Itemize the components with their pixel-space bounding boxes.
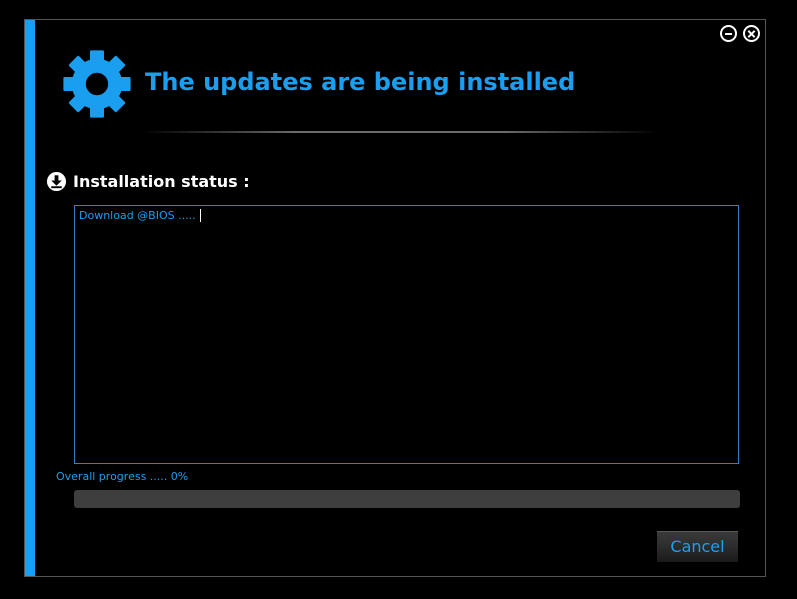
status-header: Installation status : bbox=[46, 171, 250, 192]
minimize-circle-icon[interactable] bbox=[720, 25, 737, 42]
gear-icon bbox=[63, 50, 131, 118]
close-circle-icon[interactable] bbox=[743, 25, 760, 42]
log-line-text: Download @BIOS ..... bbox=[79, 209, 196, 222]
page-title: The updates are being installed bbox=[145, 68, 576, 96]
window-controls bbox=[720, 25, 760, 42]
text-caret bbox=[199, 209, 201, 222]
progress-bar bbox=[74, 490, 740, 508]
status-label: Installation status : bbox=[73, 172, 250, 191]
progress-label: Overall progress ..... 0% bbox=[56, 470, 189, 483]
accent-bar bbox=[25, 20, 35, 576]
download-icon bbox=[46, 171, 67, 192]
cancel-button[interactable]: Cancel bbox=[657, 531, 738, 562]
log-line: Download @BIOS ..... bbox=[79, 209, 734, 222]
status-log[interactable]: Download @BIOS ..... bbox=[74, 205, 739, 464]
title-divider bbox=[140, 131, 660, 133]
update-dialog: The updates are being installed Installa… bbox=[24, 19, 766, 577]
